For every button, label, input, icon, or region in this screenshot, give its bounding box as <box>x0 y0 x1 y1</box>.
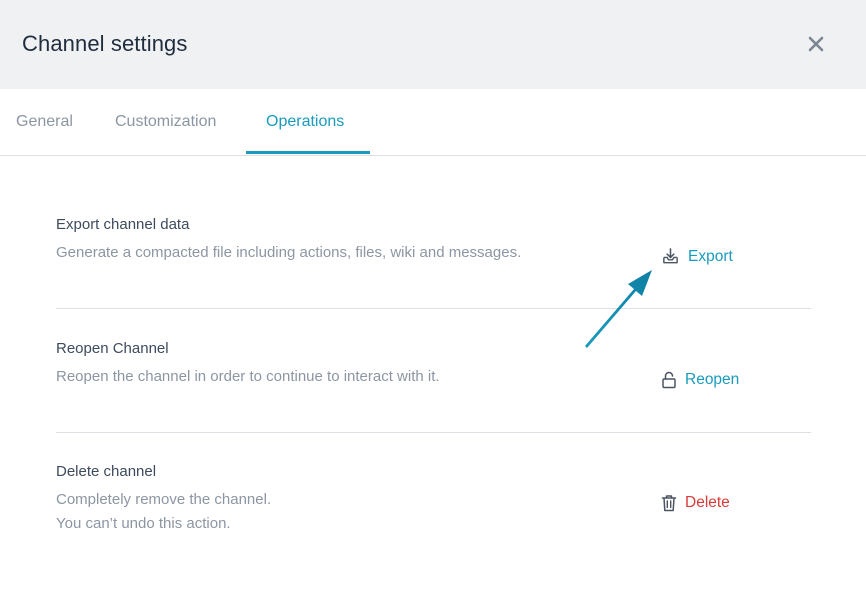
delete-section-description-line-2: You can’t undo this action. <box>56 515 231 532</box>
delete-button[interactable]: Delete <box>661 494 730 512</box>
export-label: Export <box>688 247 733 265</box>
export-button[interactable]: Export <box>661 247 733 266</box>
delete-section-title: Delete channel <box>56 463 157 480</box>
tab-customization[interactable]: Customization <box>115 89 216 155</box>
tab-operations[interactable]: Operations <box>266 89 344 155</box>
section-divider <box>56 432 811 433</box>
dialog-title: Channel settings <box>22 31 188 56</box>
trash-icon <box>661 495 677 512</box>
unlock-icon <box>662 371 676 389</box>
reopen-button[interactable]: Reopen <box>661 371 739 389</box>
tab-general[interactable]: General <box>16 89 73 155</box>
tab-bar: General Customization Operations <box>0 89 866 156</box>
reopen-label: Reopen <box>685 371 740 388</box>
active-tab-indicator <box>246 151 370 154</box>
dialog-header: Channel settings <box>0 0 866 89</box>
delete-label: Delete <box>685 494 730 511</box>
close-button[interactable] <box>804 32 828 56</box>
section-divider <box>56 308 811 309</box>
reopen-section-title: Reopen Channel <box>56 340 169 357</box>
export-section-title: Export channel data <box>56 216 190 233</box>
close-icon <box>808 36 824 52</box>
download-tray-icon <box>663 248 678 264</box>
